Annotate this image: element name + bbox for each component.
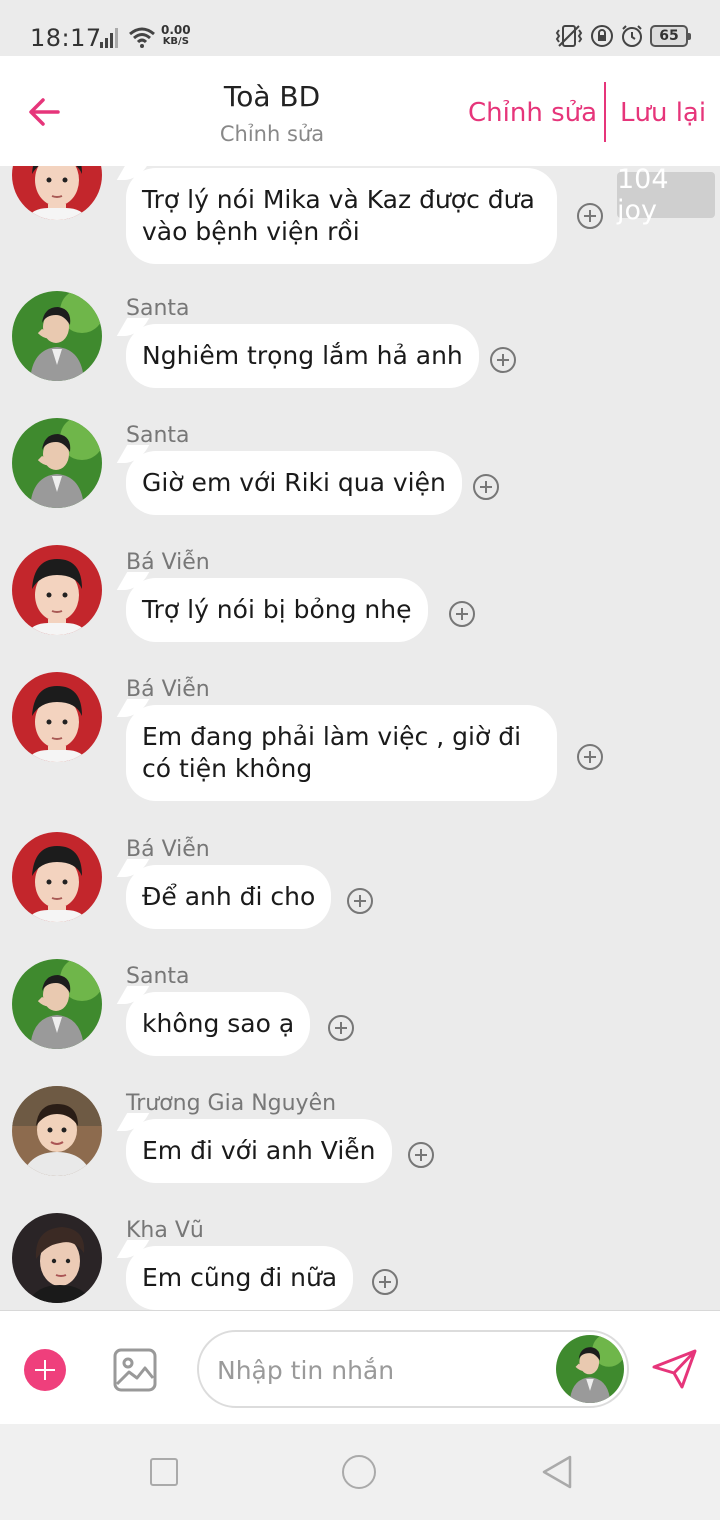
vibrate-icon bbox=[555, 25, 583, 47]
message-bubble[interactable]: Em đang phải làm việc , giờ đi có tiện k… bbox=[126, 705, 557, 801]
avatar[interactable] bbox=[12, 1213, 102, 1303]
reaction-add-icon[interactable] bbox=[473, 474, 499, 500]
attach-plus-icon[interactable] bbox=[24, 1349, 66, 1391]
reaction-add-icon[interactable] bbox=[490, 347, 516, 373]
chat-subtitle: Chỉnh sửa bbox=[219, 122, 325, 146]
alarm-icon bbox=[622, 25, 642, 47]
message-text: Trợ lý nói bị bỏng nhẹ bbox=[142, 595, 412, 624]
send-icon[interactable] bbox=[652, 1349, 698, 1389]
reaction-add-icon[interactable] bbox=[347, 888, 373, 914]
message-text: không sao ạ bbox=[142, 1009, 295, 1038]
status-bar: 18:17 0.00 KB/S 65 bbox=[0, 0, 720, 56]
avatar[interactable] bbox=[12, 832, 102, 922]
reaction-add-icon[interactable] bbox=[449, 601, 475, 627]
message-bubble[interactable]: Để anh đi cho bbox=[126, 865, 332, 929]
wifi-icon bbox=[129, 27, 155, 48]
message-text: Để anh đi cho bbox=[142, 882, 316, 911]
message-text: Nghiêm trọng lắm hả anh bbox=[142, 341, 463, 370]
avatar[interactable] bbox=[12, 166, 102, 220]
reaction-add-icon[interactable] bbox=[577, 203, 603, 229]
reaction-add-icon[interactable] bbox=[408, 1142, 434, 1168]
battery-indicator: 65 bbox=[650, 25, 691, 47]
message-bubble[interactable]: Giờ em với Riki qua viện bbox=[126, 451, 462, 515]
message-bubble[interactable]: Em cũng đi nữa bbox=[126, 1246, 354, 1310]
lock-rotation-icon bbox=[591, 25, 613, 47]
back-arrow-icon[interactable] bbox=[24, 92, 64, 132]
message-text: Em đang phải làm việc , giờ đi có tiện k… bbox=[142, 722, 522, 783]
message-bubble[interactable]: Trợ lý nói Mika và Kaz được đưa vào bệnh… bbox=[126, 168, 557, 264]
message-bubble[interactable]: Em đi với anh Viễn bbox=[126, 1119, 392, 1183]
avatar[interactable] bbox=[12, 1086, 102, 1176]
save-button[interactable]: Lưu lại bbox=[620, 98, 706, 128]
net-speed-unit: KB/S bbox=[162, 36, 189, 47]
reaction-add-icon[interactable] bbox=[328, 1015, 354, 1041]
net-speed: 0.00 KB/S bbox=[161, 24, 191, 48]
message-text: Giờ em với Riki qua viện bbox=[142, 468, 446, 497]
compose-bar bbox=[0, 1310, 720, 1424]
message-text: Trợ lý nói Mika và Kaz được đưa vào bệnh… bbox=[142, 185, 535, 246]
system-nav-bar bbox=[0, 1424, 720, 1520]
message-text: Em đi với anh Viễn bbox=[142, 1136, 376, 1165]
header-divider bbox=[604, 82, 606, 142]
message-text: Em cũng đi nữa bbox=[142, 1263, 338, 1292]
persona-avatar[interactable] bbox=[556, 1335, 624, 1403]
joy-badge: 104 joy bbox=[617, 166, 715, 226]
message-input[interactable] bbox=[217, 1350, 547, 1390]
chat-title: Toà BD bbox=[223, 80, 321, 113]
reaction-add-icon[interactable] bbox=[577, 744, 603, 770]
edit-button[interactable]: Chỉnh sửa bbox=[468, 98, 597, 128]
message-input-wrapper bbox=[197, 1330, 629, 1408]
home-button[interactable] bbox=[342, 1455, 376, 1489]
image-icon[interactable] bbox=[113, 1348, 157, 1392]
avatar[interactable] bbox=[12, 418, 102, 508]
net-speed-value: 0.00 bbox=[161, 23, 191, 37]
avatar[interactable] bbox=[12, 672, 102, 762]
status-time: 18:17 bbox=[30, 24, 102, 52]
reaction-add-icon[interactable] bbox=[372, 1269, 398, 1295]
message-bubble[interactable]: không sao ạ bbox=[126, 992, 311, 1056]
message-bubble[interactable]: Nghiêm trọng lắm hả anh bbox=[126, 324, 479, 388]
recent-apps-button[interactable] bbox=[150, 1458, 178, 1486]
signal-icon bbox=[100, 28, 118, 48]
avatar[interactable] bbox=[12, 959, 102, 1049]
sender-name: Trương Gia Nguyên bbox=[126, 1091, 337, 1116]
chat-header: Toà BD Chỉnh sửa Chỉnh sửa Lưu lại bbox=[0, 56, 720, 166]
status-right: 65 bbox=[554, 24, 691, 48]
avatar[interactable] bbox=[12, 545, 102, 635]
nav-back-icon[interactable] bbox=[540, 1454, 574, 1490]
message-list[interactable]: 104 joy Trợ lý nói Mika và Kaz được đưa … bbox=[0, 166, 720, 1310]
message-bubble[interactable]: Trợ lý nói bị bỏng nhẹ bbox=[126, 578, 428, 642]
avatar[interactable] bbox=[12, 291, 102, 381]
